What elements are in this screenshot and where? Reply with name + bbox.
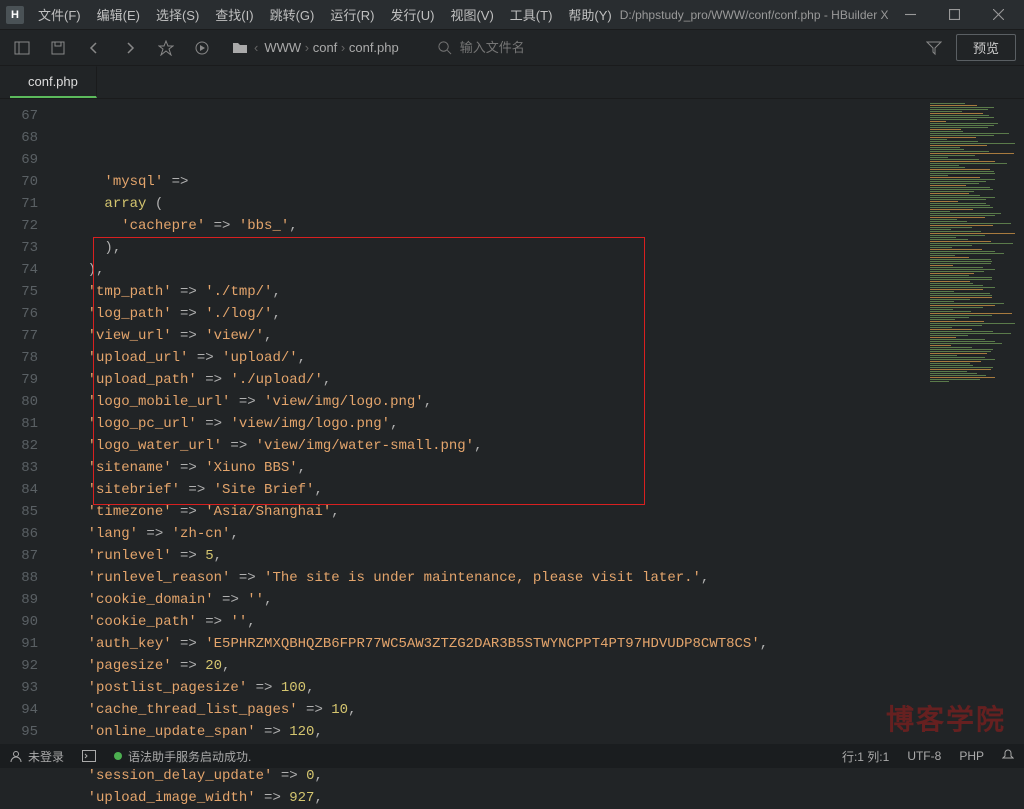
code-line: 'logo_pc_url' => 'view/img/logo.png', xyxy=(54,413,924,435)
code-line: 'online_update_span' => 120, xyxy=(54,721,924,743)
code-line: 'auth_key' => 'E5PHRZMXQBHQZB6FPR77WC5AW… xyxy=(54,633,924,655)
code-line: ), xyxy=(54,259,924,281)
maximize-button[interactable] xyxy=(932,0,976,30)
sidebar-toggle-icon[interactable] xyxy=(8,34,36,62)
menu-item[interactable]: 帮助(Y) xyxy=(560,5,619,24)
terminal-icon[interactable] xyxy=(82,750,96,762)
code-line: array ( xyxy=(54,193,924,215)
code-line: ), xyxy=(54,237,924,259)
code-editor[interactable]: 'mysql' => array ( 'cachepre' => 'bbs_',… xyxy=(46,99,924,744)
code-line: 'view_url' => 'view/', xyxy=(54,325,924,347)
file-search-input[interactable] xyxy=(460,40,660,55)
code-line: 'postlist_pagesize' => 100, xyxy=(54,677,924,699)
code-line: 'session_delay_update' => 0, xyxy=(54,765,924,787)
forward-icon[interactable] xyxy=(116,34,144,62)
run-icon[interactable] xyxy=(188,34,216,62)
code-line: 'upload_path' => './upload/', xyxy=(54,369,924,391)
breadcrumb-segment[interactable]: conf xyxy=(313,40,338,55)
search-icon xyxy=(437,40,452,55)
save-icon[interactable] xyxy=(44,34,72,62)
cursor-position[interactable]: 行:1 列:1 xyxy=(842,748,889,765)
menu-item[interactable]: 查找(I) xyxy=(207,5,261,24)
language-mode[interactable]: PHP xyxy=(959,749,984,763)
code-line: 'cachepre' => 'bbs_', xyxy=(54,215,924,237)
code-line: 'sitename' => 'Xiuno BBS', xyxy=(54,457,924,479)
user-status[interactable]: 未登录 xyxy=(10,748,64,765)
code-line: 'sitebrief' => 'Site Brief', xyxy=(54,479,924,501)
menu-item[interactable]: 编辑(E) xyxy=(89,5,148,24)
code-line: 'runlevel' => 5, xyxy=(54,545,924,567)
encoding-selector[interactable]: UTF-8 xyxy=(907,749,941,763)
back-icon[interactable] xyxy=(80,34,108,62)
filter-icon[interactable] xyxy=(920,34,948,62)
menu-item[interactable]: 发行(U) xyxy=(382,5,442,24)
code-line: 'logo_mobile_url' => 'view/img/logo.png'… xyxy=(54,391,924,413)
menu-item[interactable]: 工具(T) xyxy=(502,5,561,24)
folder-icon xyxy=(232,40,248,56)
minimize-button[interactable] xyxy=(888,0,932,30)
window-title: D:/phpstudy_pro/WWW/conf/conf.php - HBui… xyxy=(620,8,888,22)
sync-status: 语法助手服务启动成功. xyxy=(114,748,251,765)
code-line: 'timezone' => 'Asia/Shanghai', xyxy=(54,501,924,523)
code-line: 'upload_url' => 'upload/', xyxy=(54,347,924,369)
code-line: 'pagesize' => 20, xyxy=(54,655,924,677)
app-logo: H xyxy=(6,6,24,24)
preview-button[interactable]: 预览 xyxy=(956,34,1016,61)
user-icon xyxy=(10,750,22,762)
menu-item[interactable]: 运行(R) xyxy=(322,5,382,24)
code-line: 'mysql' => xyxy=(54,171,924,193)
line-number-gutter: 6768697071727374757677787980818283848586… xyxy=(0,99,46,744)
breadcrumb-segment[interactable]: WWW xyxy=(264,40,301,55)
code-line: 'tmp_path' => './tmp/', xyxy=(54,281,924,303)
breadcrumb-segment[interactable]: conf.php xyxy=(349,40,399,55)
menu-item[interactable]: 选择(S) xyxy=(148,5,207,24)
code-line: 'runlevel_reason' => 'The site is under … xyxy=(54,567,924,589)
breadcrumb[interactable]: ‹ WWW › conf › conf.php xyxy=(232,40,399,56)
minimap[interactable] xyxy=(924,99,1024,744)
code-line: 'logo_water_url' => 'view/img/water-smal… xyxy=(54,435,924,457)
star-icon[interactable] xyxy=(152,34,180,62)
chevron-left-icon: ‹ xyxy=(254,40,258,55)
code-line: 'upload_image_width' => 927, xyxy=(54,787,924,809)
code-line: 'cookie_path' => '', xyxy=(54,611,924,633)
code-line: 'cookie_domain' => '', xyxy=(54,589,924,611)
menu-item[interactable]: 文件(F) xyxy=(30,5,89,24)
menu-item[interactable]: 跳转(G) xyxy=(262,5,323,24)
main-menu-bar: 文件(F)编辑(E)选择(S)查找(I)跳转(G)运行(R)发行(U)视图(V)… xyxy=(30,5,620,24)
code-line: 'log_path' => './log/', xyxy=(54,303,924,325)
notifications-icon[interactable] xyxy=(1002,749,1014,764)
status-ok-icon xyxy=(114,752,122,760)
menu-item[interactable]: 视图(V) xyxy=(442,5,501,24)
close-button[interactable] xyxy=(976,0,1020,30)
code-line: 'cache_thread_list_pages' => 10, xyxy=(54,699,924,721)
tab-conf-php[interactable]: conf.php xyxy=(10,66,97,98)
code-line: 'lang' => 'zh-cn', xyxy=(54,523,924,545)
